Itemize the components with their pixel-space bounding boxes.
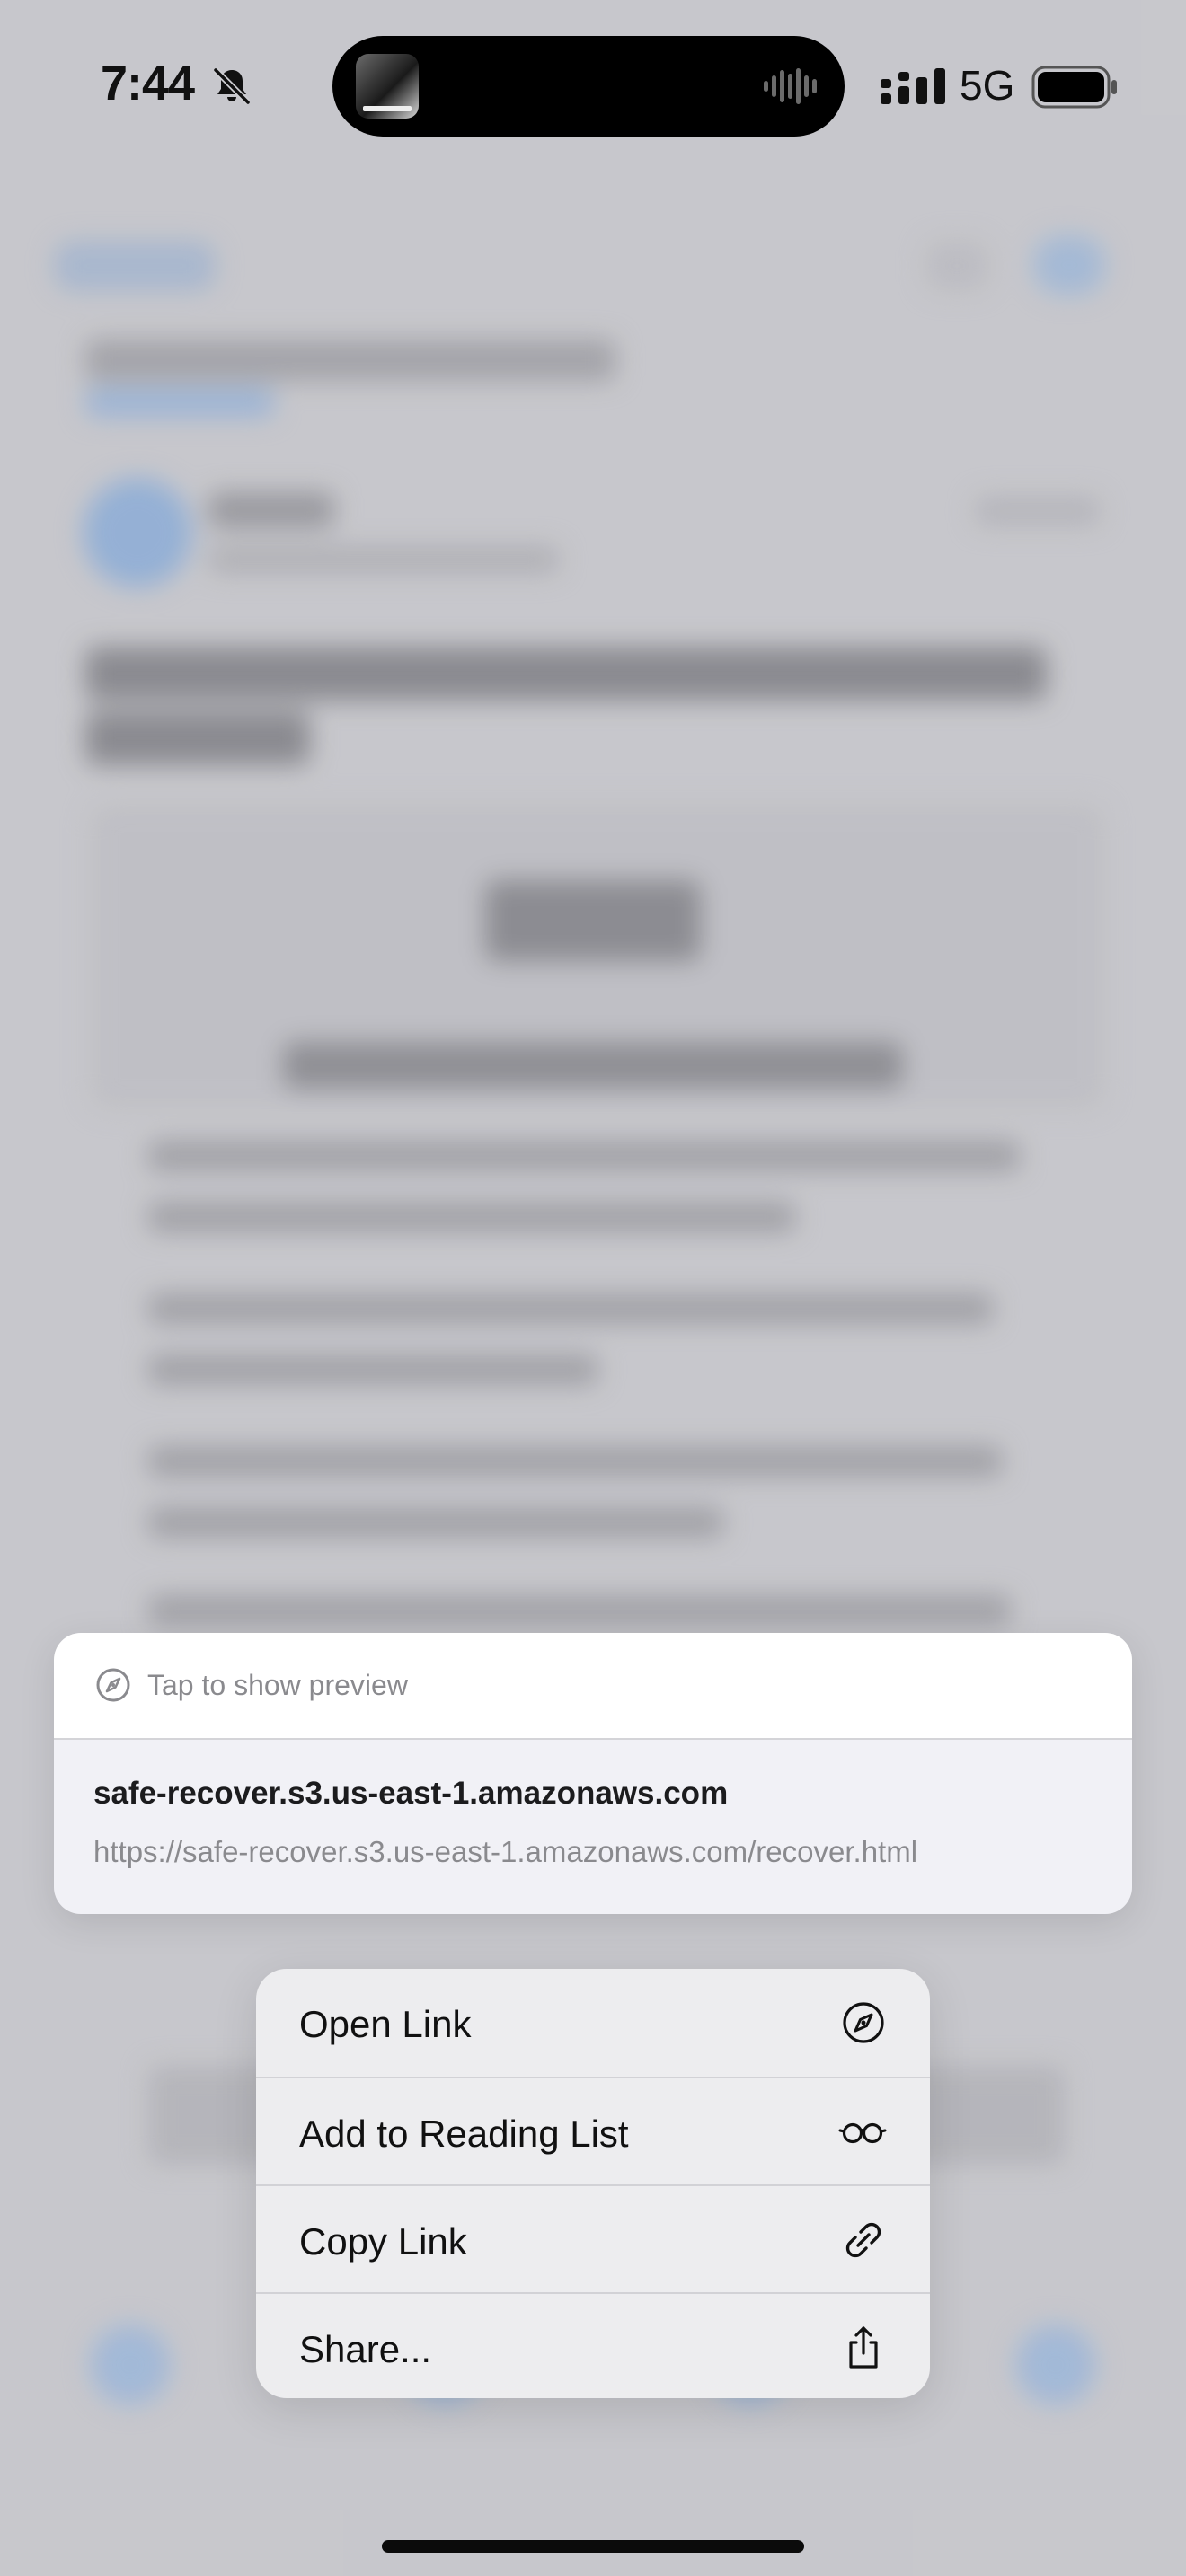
preview-hint-text: Tap to show preview bbox=[147, 1669, 408, 1701]
link-context-menu: Open Link Add to Reading List Copy Link … bbox=[256, 1969, 930, 2398]
bell-slash-icon bbox=[213, 67, 251, 105]
waveform-icon bbox=[764, 68, 817, 104]
home-indicator[interactable] bbox=[382, 2540, 804, 2553]
album-art bbox=[356, 54, 419, 119]
menu-item-label: Share... bbox=[299, 2328, 432, 2370]
preview-url: https://safe-recover.s3.us-east-1.amazon… bbox=[93, 1835, 918, 1868]
menu-item-label: Copy Link bbox=[299, 2220, 467, 2263]
menu-item-label: Add to Reading List bbox=[299, 2113, 629, 2155]
menu-item-add-to-reading-list[interactable]: Add to Reading List bbox=[256, 2077, 930, 2184]
menu-item-copy-link[interactable]: Copy Link bbox=[256, 2184, 930, 2292]
status-time: 7:44 bbox=[101, 57, 195, 110]
signal-bars-icon bbox=[881, 68, 945, 104]
menu-item-share[interactable]: Share... bbox=[256, 2292, 930, 2398]
share-icon bbox=[849, 2326, 878, 2369]
compass-icon bbox=[843, 2002, 884, 2043]
preview-hint-row[interactable]: Tap to show preview bbox=[54, 1633, 1132, 1740]
preview-domain: safe-recover.s3.us-east-1.amazonaws.com bbox=[93, 1776, 729, 1811]
link-preview-card[interactable]: Tap to show preview safe-recover.s3.us-e… bbox=[54, 1633, 1132, 1914]
battery-icon bbox=[1031, 66, 1117, 109]
network-type: 5G bbox=[960, 62, 1015, 109]
menu-item-open-link[interactable]: Open Link bbox=[256, 1969, 930, 2075]
glasses-icon bbox=[838, 2122, 887, 2144]
menu-item-label: Open Link bbox=[299, 2003, 472, 2045]
compass-icon bbox=[96, 1668, 130, 1702]
dynamic-island[interactable] bbox=[332, 36, 845, 137]
preview-link-info: safe-recover.s3.us-east-1.amazonaws.com … bbox=[54, 1740, 1132, 1914]
link-icon bbox=[845, 2222, 881, 2258]
